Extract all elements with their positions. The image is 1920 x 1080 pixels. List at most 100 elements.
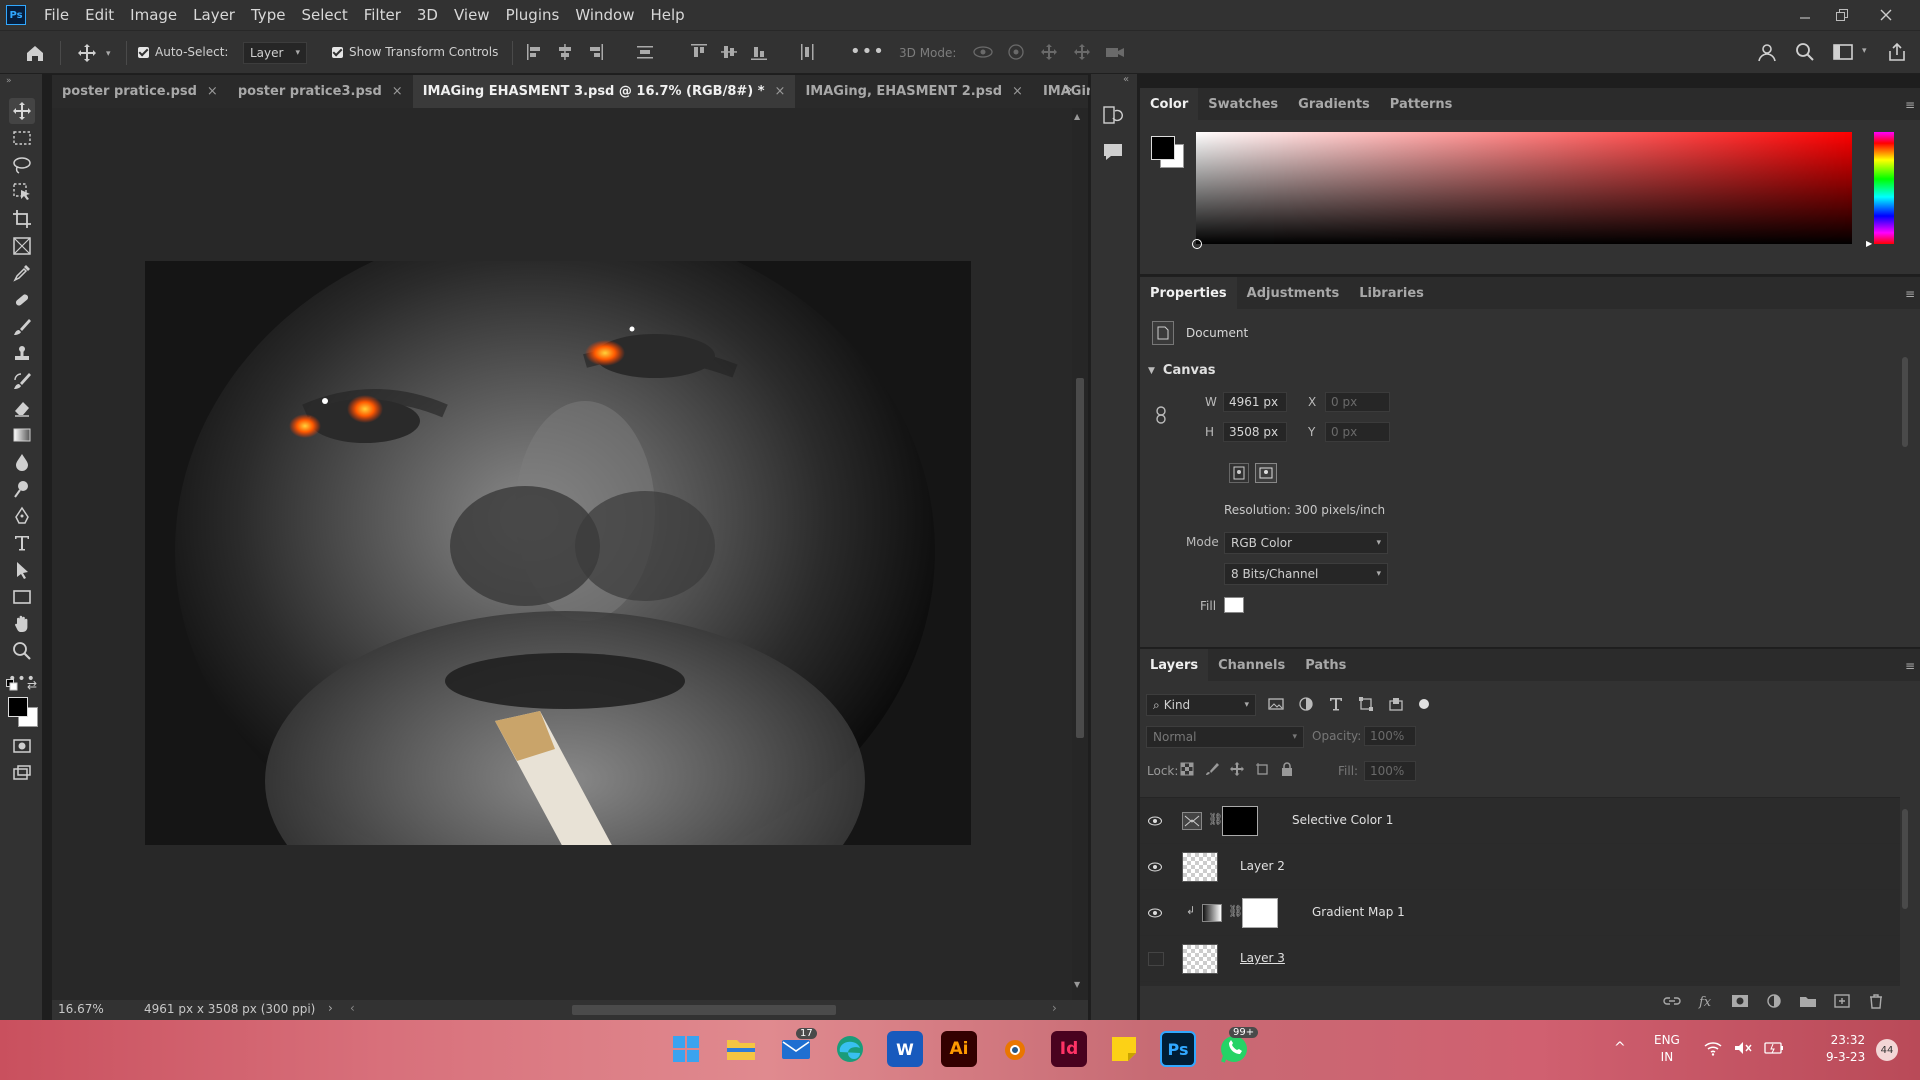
tab-imaging-ehasment-3[interactable]: IMAGing EHASMENT 3.psd @ 16.7% (RGB/8#) … <box>412 75 796 108</box>
new-group-folder-icon[interactable] <box>1798 993 1818 1009</box>
fill-field[interactable]: 100% <box>1364 761 1416 781</box>
comments-panel-button[interactable] <box>1101 140 1125 168</box>
new-adjustment-icon[interactable] <box>1764 993 1784 1009</box>
menu-select[interactable]: Select <box>293 0 355 30</box>
auto-select-dropdown[interactable]: Layer ▾ <box>243 42 307 64</box>
lock-all-icon[interactable] <box>1280 762 1294 776</box>
adjustment-filter-icon[interactable] <box>1298 696 1314 712</box>
menu-3d[interactable]: 3D <box>409 0 446 30</box>
menu-layer[interactable]: Layer <box>185 0 243 30</box>
scroll-down-arrow[interactable]: ▼ <box>1074 980 1080 989</box>
panel-menu-icon[interactable]: ≡ <box>1905 98 1915 112</box>
align-right-icon[interactable] <box>586 43 604 61</box>
smart-object-filter-icon[interactable] <box>1388 696 1404 712</box>
align-center-icon[interactable] <box>556 43 574 61</box>
quick-mask-button[interactable] <box>9 733 35 759</box>
close-icon[interactable]: × <box>207 84 218 99</box>
mask-link-icon[interactable]: ⛓ <box>1228 904 1243 918</box>
brush-tool[interactable] <box>9 314 35 340</box>
lock-transparency-icon[interactable] <box>1180 762 1194 776</box>
tab-layers[interactable]: Layers <box>1140 649 1209 681</box>
scroll-up-arrow[interactable]: ▲ <box>1074 112 1080 121</box>
hue-slider[interactable] <box>1874 132 1894 244</box>
more-options-icon[interactable]: ••• <box>850 41 885 62</box>
menu-help[interactable]: Help <box>642 0 692 30</box>
collapse-panel-icon[interactable]: » <box>6 76 12 86</box>
vertical-scrollbar[interactable] <box>1072 108 1088 1000</box>
language-indicator[interactable]: ENG IN <box>1654 1032 1680 1066</box>
photoshop-taskbar-button[interactable]: Ps <box>1160 1031 1196 1067</box>
tab-paths[interactable]: Paths <box>1295 649 1356 681</box>
layer-row-layer-2[interactable]: Layer 2 <box>1140 844 1900 890</box>
portrait-orientation-button[interactable] <box>1229 463 1249 483</box>
close-icon[interactable]: × <box>775 84 786 99</box>
wifi-icon[interactable] <box>1704 1040 1722 1056</box>
roll-3d-icon[interactable] <box>1005 43 1027 61</box>
color-field[interactable] <box>1196 132 1852 244</box>
opacity-field[interactable]: 100% <box>1364 726 1416 746</box>
align-left-icon[interactable] <box>526 43 544 61</box>
indesign-button[interactable]: Id <box>1051 1031 1087 1067</box>
show-hidden-icons-chevron[interactable]: ^ <box>1614 1040 1626 1056</box>
layer-row-selective-color-1[interactable]: ⛓ Selective Color 1 <box>1140 798 1900 844</box>
panel-menu-icon[interactable]: ≡ <box>1905 287 1915 301</box>
minimize-button[interactable] <box>1785 0 1825 30</box>
canvas-section-header[interactable]: ▼ Canvas <box>1148 363 1215 378</box>
slide-3d-icon[interactable] <box>1071 43 1093 61</box>
new-layer-icon[interactable] <box>1832 993 1852 1009</box>
pen-tool[interactable] <box>9 503 35 529</box>
fx-icon[interactable]: fx <box>1696 993 1716 1009</box>
marquee-tool[interactable] <box>9 125 35 151</box>
restore-button[interactable] <box>1822 0 1862 30</box>
chevron-down-icon[interactable]: ▾ <box>1862 46 1867 56</box>
layer-thumbnail[interactable] <box>1182 944 1218 974</box>
distribute-horizontal-button[interactable] <box>798 43 816 65</box>
layer-mask-thumbnail[interactable] <box>1242 898 1278 928</box>
chevron-down-icon[interactable]: ▾ <box>106 49 111 59</box>
move-tool-preset[interactable] <box>74 40 100 66</box>
rectangle-tool[interactable] <box>9 584 35 610</box>
menu-type[interactable]: Type <box>243 0 293 30</box>
close-window-button[interactable] <box>1866 0 1906 30</box>
search-icon[interactable] <box>1794 41 1816 63</box>
x-field[interactable]: 0 px <box>1325 392 1390 412</box>
auto-select-checkbox[interactable]: Auto-Select: <box>138 45 228 59</box>
tab-poster-pratice[interactable]: poster pratice.psd × <box>52 75 228 108</box>
menu-file[interactable]: File <box>36 0 77 30</box>
checkbox-checked[interactable] <box>138 46 149 58</box>
file-explorer-button[interactable] <box>723 1031 759 1067</box>
tab-color[interactable]: Color <box>1140 88 1199 120</box>
visibility-eye-icon[interactable] <box>1148 816 1162 826</box>
scroll-right-arrow[interactable]: › <box>1052 1001 1057 1015</box>
tab-libraries[interactable]: Libraries <box>1349 277 1434 309</box>
history-brush-tool[interactable] <box>9 368 35 394</box>
menu-filter[interactable]: Filter <box>356 0 409 30</box>
more-tabs-icon[interactable]: » <box>1064 82 1073 98</box>
path-selection-tool[interactable] <box>9 557 35 583</box>
layer-name[interactable]: Gradient Map 1 <box>1312 905 1405 919</box>
menu-edit[interactable]: Edit <box>77 0 122 30</box>
orbit-3d-icon[interactable] <box>972 43 994 61</box>
sticky-notes-button[interactable] <box>1106 1031 1142 1067</box>
windows-start-button[interactable] <box>668 1031 704 1067</box>
pan-3d-icon[interactable] <box>1038 43 1060 61</box>
y-field[interactable]: 0 px <box>1325 422 1390 442</box>
clone-stamp-tool[interactable] <box>9 341 35 367</box>
chevron-right-icon[interactable]: › <box>328 1001 333 1015</box>
blend-mode-dropdown[interactable]: Normal ▾ <box>1146 726 1304 748</box>
layer-filter-kind-dropdown[interactable]: ⌕ Kind ▾ <box>1146 694 1256 716</box>
share-button[interactable] <box>1886 41 1908 67</box>
type-tool[interactable] <box>9 530 35 556</box>
menu-window[interactable]: Window <box>567 0 642 30</box>
height-field[interactable]: 3508 px <box>1223 422 1287 442</box>
link-dimensions-button[interactable] <box>1154 405 1168 429</box>
layer-row-layer-3[interactable]: Layer 3 <box>1140 936 1900 982</box>
lock-pixels-icon[interactable] <box>1205 762 1219 776</box>
tab-properties[interactable]: Properties <box>1140 277 1237 309</box>
trash-icon[interactable] <box>1866 993 1886 1009</box>
share-user-icon[interactable] <box>1756 41 1778 63</box>
menu-plugins[interactable]: Plugins <box>498 0 568 30</box>
type-filter-icon[interactable] <box>1328 696 1344 712</box>
move-tool[interactable] <box>9 98 35 124</box>
tab-poster-pratice3[interactable]: poster pratice3.psd × <box>228 75 413 108</box>
